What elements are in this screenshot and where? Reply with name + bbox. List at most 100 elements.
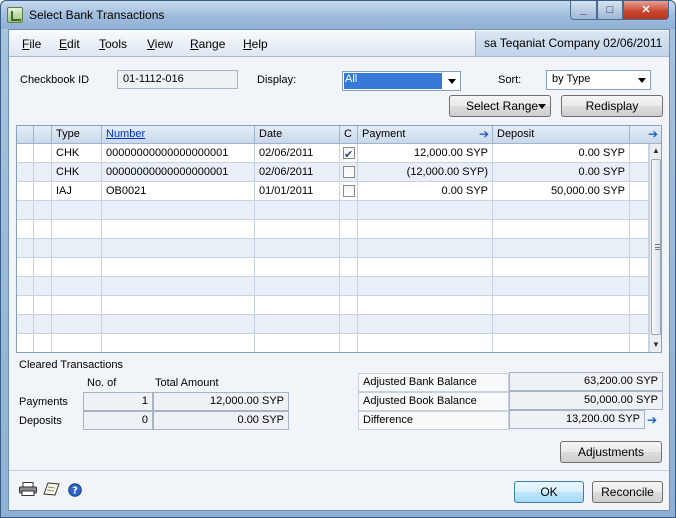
display-dropdown[interactable]: All xyxy=(342,71,461,91)
cell-blank xyxy=(17,258,34,277)
expand-arrow-icon[interactable]: ➔ xyxy=(479,127,489,141)
cell-blank xyxy=(630,239,649,258)
cell-date: 01/01/2011 xyxy=(255,182,340,201)
header-type[interactable]: Type xyxy=(52,126,102,144)
cell-cleared xyxy=(340,201,358,220)
header-cleared[interactable]: C xyxy=(340,126,358,144)
cell-blank xyxy=(630,315,649,334)
note-icon[interactable] xyxy=(42,482,60,496)
table-row[interactable]: IAJ OB0021 01/01/2011 0.00 SYP 50,000.00 SYP xyxy=(17,182,649,201)
menu-bar: File Edit Tools View Range Help sa Teqan… xyxy=(9,30,669,57)
cell-type xyxy=(52,201,102,220)
cell-cleared xyxy=(340,182,358,201)
empty-table-row[interactable] xyxy=(17,201,649,220)
cell-deposit xyxy=(493,201,630,220)
maximize-button[interactable]: □ xyxy=(597,1,623,20)
difference-expand-arrow-icon[interactable]: ➔ xyxy=(647,413,657,427)
chevron-down-icon xyxy=(638,78,646,83)
redisplay-button[interactable]: Redisplay xyxy=(561,95,663,117)
cell-blank xyxy=(17,182,34,201)
cleared-checkbox[interactable] xyxy=(343,146,355,163)
adjustments-button[interactable]: Adjustments xyxy=(560,441,662,463)
expand-arrow-icon[interactable]: ➔ xyxy=(648,127,658,141)
cell-blank xyxy=(34,220,52,239)
empty-table-row[interactable] xyxy=(17,220,649,239)
scroll-thumb[interactable] xyxy=(651,159,661,335)
cell-type: IAJ xyxy=(52,182,102,201)
menu-file[interactable]: File xyxy=(22,37,41,51)
cleared-checkbox[interactable] xyxy=(343,185,355,197)
header-date[interactable]: Date xyxy=(255,126,340,144)
empty-table-row[interactable] xyxy=(17,239,649,258)
cleared-transactions-title: Cleared Transactions xyxy=(19,359,123,371)
cell-number xyxy=(102,258,255,277)
cell-blank xyxy=(34,315,52,334)
cell-blank xyxy=(630,163,649,182)
cell-type: CHK xyxy=(52,144,102,163)
cell-number xyxy=(102,239,255,258)
title-bar[interactable]: Select Bank Transactions _ □ ✕ xyxy=(1,1,675,29)
cell-cleared xyxy=(340,163,358,182)
cell-payment xyxy=(358,239,493,258)
close-button[interactable]: ✕ xyxy=(623,1,669,20)
cell-blank xyxy=(17,315,34,334)
cell-blank xyxy=(34,296,52,315)
sort-dropdown[interactable]: by Type xyxy=(546,70,651,90)
cell-blank xyxy=(630,220,649,239)
ok-button[interactable]: OK xyxy=(514,481,584,503)
cell-payment xyxy=(358,220,493,239)
adjusted-book-balance-label: Adjusted Book Balance xyxy=(358,392,509,411)
deposits-count: 0 xyxy=(83,411,153,430)
reconcile-button[interactable]: Reconcile xyxy=(592,481,663,503)
header-select-col xyxy=(17,126,34,144)
payments-count: 1 xyxy=(83,392,153,411)
help-icon[interactable]: ? xyxy=(68,483,82,497)
menu-tools[interactable]: Tools xyxy=(99,37,127,51)
empty-table-row[interactable] xyxy=(17,258,649,277)
cell-number xyxy=(102,296,255,315)
cell-deposit xyxy=(493,220,630,239)
menu-range[interactable]: Range xyxy=(190,37,225,51)
menu-help[interactable]: Help xyxy=(243,37,268,51)
header-payment[interactable]: Payment xyxy=(358,126,493,144)
cell-type xyxy=(52,296,102,315)
cell-cleared xyxy=(340,296,358,315)
cell-deposit xyxy=(493,315,630,334)
empty-table-row[interactable] xyxy=(17,334,649,352)
table-row[interactable]: CHK0000000000000000000102/06/2011 12,000.… xyxy=(17,144,649,163)
cell-blank xyxy=(630,144,649,163)
cell-blank xyxy=(17,220,34,239)
scroll-up-icon[interactable]: ▲ xyxy=(650,144,661,158)
menu-edit[interactable]: Edit xyxy=(59,37,80,51)
cell-number xyxy=(102,315,255,334)
minimize-button[interactable]: _ xyxy=(570,1,597,20)
cell-blank xyxy=(630,182,649,201)
dialog-content: File Edit Tools View Range Help sa Teqan… xyxy=(8,29,670,511)
scroll-down-icon[interactable]: ▼ xyxy=(650,338,661,352)
checkbook-id-field[interactable]: 01-1112-016 xyxy=(117,70,238,89)
header-number[interactable]: Number xyxy=(102,126,255,144)
cell-date xyxy=(255,258,340,277)
cell-date: 02/06/2011 xyxy=(255,163,340,182)
cleared-checkbox[interactable] xyxy=(343,166,355,178)
header-deposit[interactable]: Deposit xyxy=(493,126,630,144)
menu-view[interactable]: View xyxy=(147,37,173,51)
cell-payment xyxy=(358,334,493,352)
grip-icon xyxy=(655,244,660,250)
table-row[interactable]: CHK 00000000000000000001 02/06/2011 (12,000… xyxy=(17,163,649,182)
deposits-total: 0.00 SYP xyxy=(153,411,289,430)
cell-blank xyxy=(17,163,34,182)
select-range-button[interactable]: Select Range xyxy=(449,95,551,117)
cell-payment xyxy=(358,315,493,334)
sort-label: Sort: xyxy=(498,74,522,86)
empty-table-row[interactable] xyxy=(17,277,649,296)
cell-payment: 12,000.00 SYP xyxy=(358,144,493,163)
printer-icon[interactable] xyxy=(19,482,37,496)
header-spacer xyxy=(630,126,649,144)
empty-table-row[interactable] xyxy=(17,315,649,334)
cell-cleared xyxy=(340,315,358,334)
vertical-scrollbar[interactable]: ▲ ▼ xyxy=(649,144,661,352)
adjusted-bank-balance-value: 63,200.00 SYP xyxy=(509,372,663,391)
cell-date xyxy=(255,277,340,296)
empty-table-row[interactable] xyxy=(17,296,649,315)
